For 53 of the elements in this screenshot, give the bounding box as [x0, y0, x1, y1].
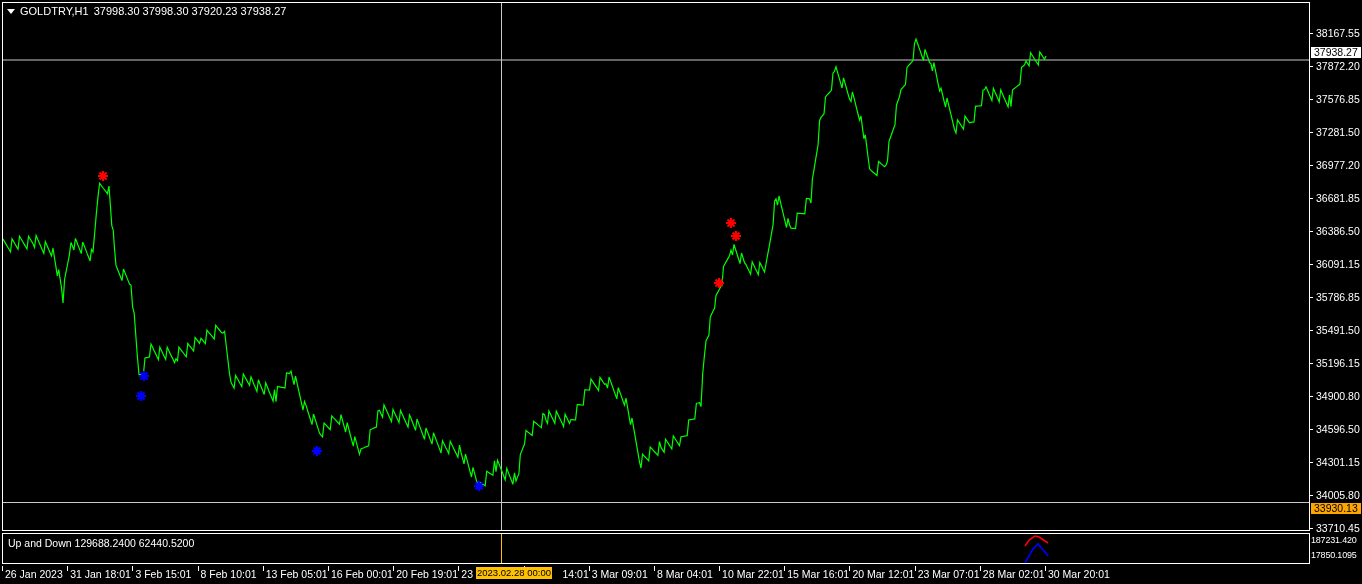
ohlc-values: 37998.30 37998.30 37920.23 37938.27 — [93, 5, 287, 17]
symbol-title: GOLDTRY,H1 — [20, 5, 89, 17]
price-axis-label: 34596.50 — [1310, 423, 1362, 435]
price-axis-label: 33710.45 — [1310, 522, 1362, 534]
price-axis-label: 35196.15 — [1310, 357, 1362, 369]
price-axis-label: 34005.80 — [1310, 489, 1362, 501]
time-axis-label: 13 Feb 05:01 — [265, 568, 328, 580]
time-axis-label: 20 Feb 19:01 — [396, 568, 458, 580]
asterisk-signal-icon — [729, 229, 743, 243]
asterisk-signal-icon — [310, 444, 324, 458]
upper-line-drawing — [1024, 535, 1049, 547]
asterisk-signal-icon — [134, 389, 148, 403]
dropdown-triangle-icon[interactable] — [7, 8, 15, 14]
asterisk-signal-icon — [724, 216, 738, 230]
price-axis-label: 37281.50 — [1310, 126, 1362, 138]
price-axis-label: 37872.20 — [1310, 60, 1362, 72]
time-axis-label: 3 Feb 15:01 — [135, 568, 192, 580]
time-axis-label: 20 Mar 12:01 — [852, 568, 915, 580]
time-axis-label: 8 Feb 10:01 — [200, 568, 257, 580]
price-axis-label: 36386.50 — [1310, 225, 1362, 237]
time-axis-label: 14:01 — [562, 568, 589, 580]
price-axis-label: 34301.15 — [1310, 456, 1362, 468]
time-axis-label: 3 Mar 09:01 — [591, 568, 648, 580]
time-axis-label: 28 Mar 02:01 — [982, 568, 1045, 580]
indicator-label: Up and Down 129688.2400 62440.5200 — [8, 537, 195, 549]
price-axis-label: 36977.20 — [1310, 159, 1362, 171]
time-axis-label: 30 Mar 20:01 — [1048, 568, 1110, 580]
time-axis-label: 16 Feb 00:01 — [330, 568, 393, 580]
lower-line-drawing — [1024, 542, 1049, 563]
asterisk-signal-icon — [712, 276, 726, 290]
price-axis-label: 34900.80 — [1310, 390, 1362, 402]
crosshair-time-tag: 2023.02.28 00:00 — [476, 567, 552, 579]
asterisk-signal-icon — [137, 369, 151, 383]
time-axis-label: 26 Jan 2023 — [5, 568, 63, 580]
time-axis-label: 15 Mar 16:01 — [787, 568, 850, 580]
time-axis-label: 8 Mar 04:01 — [656, 568, 713, 580]
price-axis-label: 35491.50 — [1310, 324, 1362, 336]
time-axis-label: 23 Mar 07:01 — [917, 568, 980, 580]
price-axis-label: 37576.85 — [1310, 93, 1362, 105]
price-axis-label: 36681.85 — [1310, 192, 1362, 204]
crosshair-price-tag: 33930.13 — [1311, 503, 1361, 514]
indicator-axis-label: 17850.1095 — [1310, 549, 1358, 561]
asterisk-signal-icon — [472, 479, 486, 493]
price-axis-label: 35786.85 — [1310, 291, 1362, 303]
time-axis-label: 10 Mar 22:01 — [722, 568, 784, 580]
crosshair-line — [501, 534, 502, 563]
indicator-axis-label: 187231.420 — [1310, 534, 1358, 546]
asterisk-signal-icon — [96, 169, 110, 183]
price-axis-label: 36091.15 — [1310, 258, 1362, 270]
current-price-tag: 37938.27 — [1311, 47, 1361, 58]
time-axis-label: 31 Jan 18:01 — [70, 568, 131, 580]
time-axis-label: 23 — [461, 568, 473, 580]
price-axis-label: 38167.55 — [1310, 27, 1362, 39]
